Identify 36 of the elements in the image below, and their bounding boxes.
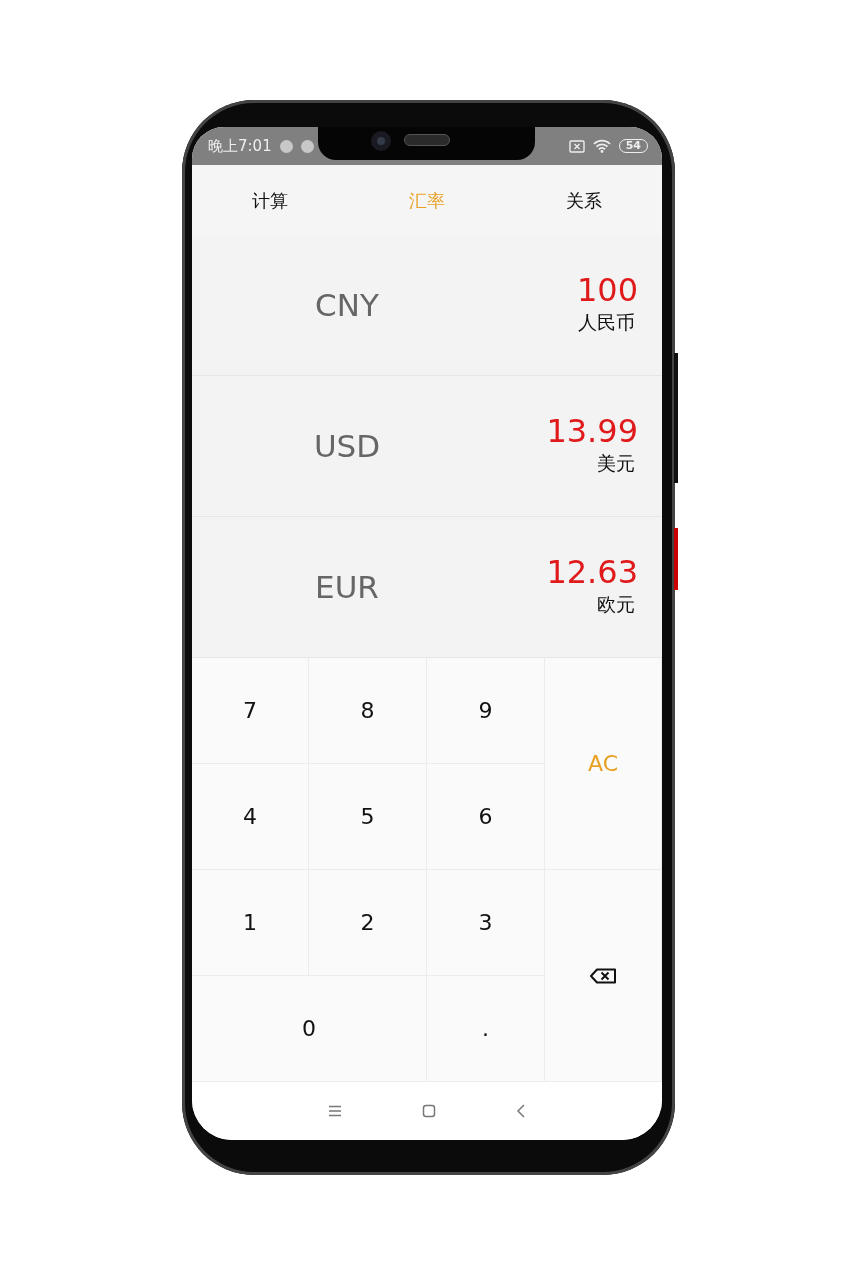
keypad-key[interactable]: 3	[427, 870, 545, 976]
keypad-key[interactable]: 4	[192, 764, 309, 870]
speaker-grille	[404, 134, 450, 146]
currency-amount: 13.99	[546, 414, 638, 450]
currency-name: 美元	[597, 451, 635, 477]
keypad-key[interactable]: 5	[309, 764, 427, 870]
currency-code: CNY	[314, 285, 380, 325]
keypad-key[interactable]: 8	[309, 658, 427, 764]
back-icon[interactable]	[516, 1104, 526, 1118]
currency-name: 人民币	[578, 310, 635, 336]
wifi-icon	[592, 139, 611, 153]
currency-name: 欧元	[597, 592, 635, 618]
currency-row[interactable]: CNY 100 人民币	[192, 235, 662, 376]
menu-icon[interactable]	[328, 1105, 342, 1117]
keypad-key[interactable]: 6	[427, 764, 545, 870]
keypad-key[interactable]: 9	[427, 658, 545, 764]
keypad-key[interactable]: 2	[309, 870, 427, 976]
keypad-key[interactable]: 1	[192, 870, 309, 976]
tab[interactable]: 计算	[192, 165, 349, 235]
notification-icon	[279, 139, 293, 153]
currency-code: USD	[312, 426, 382, 466]
currency-row[interactable]: EUR 12.63 欧元	[192, 517, 662, 658]
sim-icon	[568, 139, 585, 153]
status-time: 晚上7:01	[208, 135, 272, 157]
backspace-icon	[589, 967, 617, 984]
camera-icon	[370, 130, 392, 152]
keypad-key[interactable]: 0	[192, 976, 427, 1082]
currency-code: EUR	[314, 567, 380, 607]
currency-amount: 100	[576, 273, 638, 309]
home-icon[interactable]	[422, 1104, 436, 1118]
tab[interactable]: 关系	[505, 165, 662, 235]
keypad-key[interactable]: .	[427, 976, 545, 1082]
currency-amount: 12.63	[546, 555, 638, 591]
notification-icon	[300, 139, 314, 153]
keypad-key[interactable]: 7	[192, 658, 309, 764]
currency-row[interactable]: USD 13.99 美元	[192, 376, 662, 517]
